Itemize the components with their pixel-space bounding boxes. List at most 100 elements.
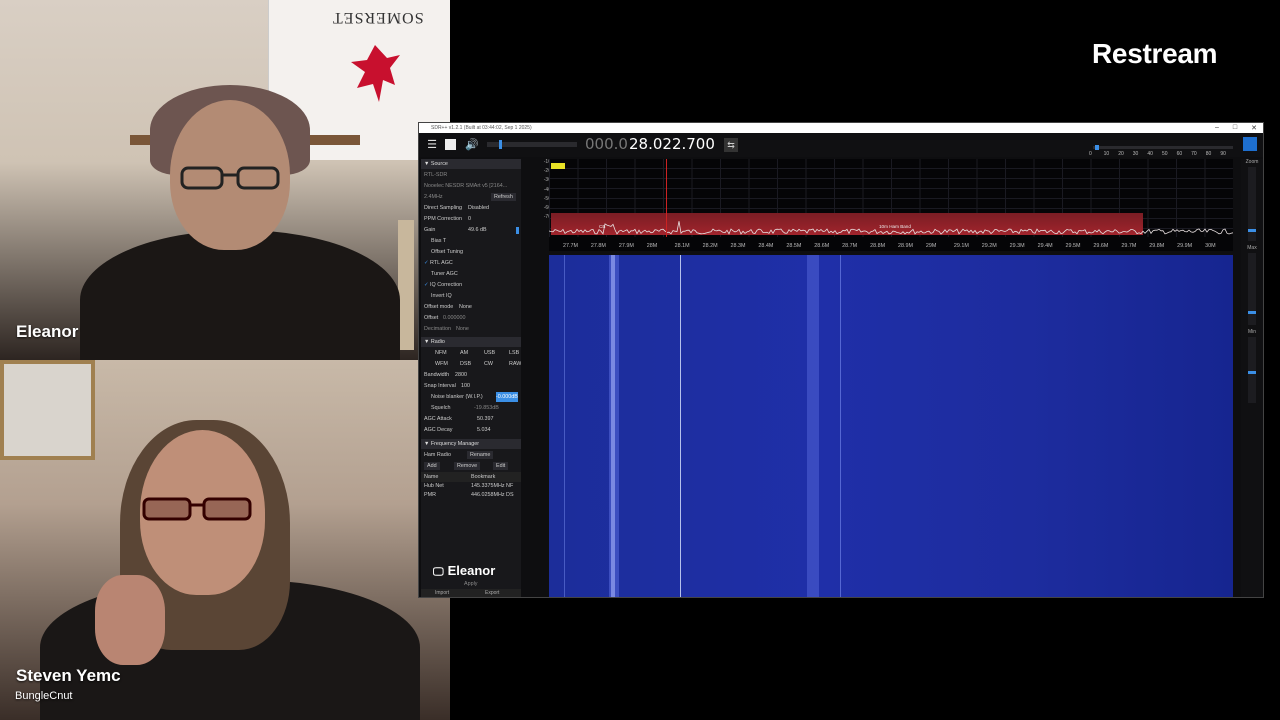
samplerate-select[interactable]: 2.4MHz xyxy=(424,194,443,200)
volume-slider[interactable] xyxy=(487,140,577,149)
tuning-marker[interactable] xyxy=(666,159,667,237)
x-tick-label: 28.6M xyxy=(814,243,830,249)
radio-header[interactable]: Radio xyxy=(421,337,521,347)
mode-nfm[interactable]: NFM xyxy=(435,348,447,358)
x-tick-label: 29.4M xyxy=(1037,243,1053,249)
monitor-icon: 🖵 xyxy=(433,566,444,578)
frequency-display[interactable]: 28.022.700 xyxy=(629,135,715,153)
scale-tick-label: 50 xyxy=(1161,151,1168,157)
offset-input[interactable]: 0.000000 xyxy=(443,313,465,323)
max-knob[interactable] xyxy=(1248,311,1256,314)
x-tick-label: 29.5M xyxy=(1065,243,1081,249)
x-tick-label: 29.8M xyxy=(1149,243,1165,249)
snap-row: Snap Interval 100 xyxy=(421,381,521,391)
agc-decay-label: AGC Decay xyxy=(424,427,453,433)
decimation-select[interactable]: None xyxy=(456,324,469,334)
squelch-slider[interactable]: -19.853dB xyxy=(474,403,499,413)
spectrum-panel[interactable]: CB 10m Ham Band 27.7M 27.8M 27.9M 28M 28.1M 2… xyxy=(549,159,1233,251)
invert-iq-checkbox[interactable]: Invert IQ xyxy=(421,291,521,301)
waterfall-signal xyxy=(609,255,619,597)
min-slider[interactable] xyxy=(1248,337,1256,403)
table-row[interactable]: PMR 446.0258MHz DS xyxy=(421,490,521,500)
device-select[interactable]: Nooelec NESDR SMArt v5 [2164... xyxy=(421,181,521,191)
noise-blanker-slider[interactable]: -0.000dB xyxy=(496,392,518,402)
swap-icon[interactable]: ⇆ xyxy=(724,138,738,152)
agc-decay-slider[interactable]: 5.034 xyxy=(477,425,491,435)
restream-logo: Restream xyxy=(1092,38,1218,69)
x-tick-label: 28.1M xyxy=(674,243,690,249)
frequency-prefix[interactable]: 000.0 xyxy=(585,135,628,153)
bias-t-checkbox[interactable]: Bias T xyxy=(421,236,521,246)
noise-blanker-row: Noise blanker (W.I.P.) -0.000dB xyxy=(421,392,521,402)
min-label: Min xyxy=(1247,329,1257,335)
apply-button[interactable]: Apply xyxy=(461,579,521,589)
rename-button[interactable]: Rename xyxy=(467,451,494,459)
refresh-button[interactable]: Refresh xyxy=(491,193,516,201)
waterfall-panel[interactable] xyxy=(549,255,1233,597)
settings-icon[interactable] xyxy=(1243,137,1257,151)
mode-cw[interactable]: CW xyxy=(484,359,493,369)
gain-row: Gain 49.6 dB xyxy=(421,225,521,235)
waterfall-signal xyxy=(840,255,841,597)
ppm-label: PPM Correction xyxy=(424,216,463,222)
export-button[interactable]: Export xyxy=(485,590,499,596)
participant-name: Eleanor xyxy=(16,322,79,341)
menu-icon[interactable]: ☰ xyxy=(425,138,439,152)
gain-knob[interactable] xyxy=(516,227,519,234)
squelch-checkbox[interactable]: Squelch xyxy=(431,405,450,411)
mode-am[interactable]: AM xyxy=(460,348,468,358)
scale-tick-label: 90 xyxy=(1220,151,1226,157)
fm-list-select[interactable]: Ham Radio xyxy=(424,452,451,458)
maximize-icon[interactable]: □ xyxy=(1233,124,1237,132)
scale-tick-label: 0 xyxy=(1089,151,1092,157)
noise-blanker-checkbox[interactable]: Noise blanker (W.I.P.) xyxy=(431,394,483,400)
ppm-input[interactable]: 0 xyxy=(468,214,471,224)
screen-share-label: 🖵 Eleanor xyxy=(433,563,495,579)
remove-button[interactable]: Remove xyxy=(454,462,481,470)
tuner-agc-checkbox[interactable]: Tuner AGC xyxy=(421,269,521,279)
edit-button[interactable]: Edit xyxy=(493,462,509,470)
volume-icon[interactable]: 🔊 xyxy=(465,138,479,152)
gain-slider[interactable]: 49.6 dB xyxy=(468,225,487,235)
column-name: Name xyxy=(424,474,439,480)
mode-wfm[interactable]: WFM xyxy=(435,359,448,369)
minimize-icon[interactable]: – xyxy=(1215,124,1219,132)
bandwidth-input[interactable]: 2800 xyxy=(455,370,467,380)
decimation-label: Decimation xyxy=(424,326,451,332)
close-icon[interactable]: ✕ xyxy=(1251,124,1257,132)
mode-usb[interactable]: USB xyxy=(484,348,495,358)
webcam-steven: Steven Yemc BungleCnut xyxy=(0,360,450,720)
snap-input[interactable]: 100 xyxy=(461,381,470,391)
x-tick-label: 28.8M xyxy=(870,243,886,249)
direct-sampling-select[interactable]: Disabled xyxy=(468,203,489,213)
snap-label: Snap Interval xyxy=(424,383,456,389)
squelch-row: Squelch -19.853dB xyxy=(421,403,521,413)
zoom-knob[interactable] xyxy=(1248,229,1256,232)
max-slider[interactable] xyxy=(1248,253,1256,325)
offset-label: Offset xyxy=(424,315,439,321)
mode-dsb[interactable]: DSB xyxy=(460,359,471,369)
offset-mode-select[interactable]: None xyxy=(459,302,472,312)
mode-raw[interactable]: RAW xyxy=(509,359,521,369)
scale-tick-label: 20 xyxy=(1118,151,1124,157)
x-tick-label: 29.6M xyxy=(1093,243,1109,249)
bandwidth-label: Bandwidth xyxy=(424,372,450,378)
rtl-agc-checkbox[interactable]: RTL AGC xyxy=(421,258,521,268)
agc-attack-slider[interactable]: 50.397 xyxy=(477,414,494,424)
source-header[interactable]: Source xyxy=(421,159,521,169)
stop-icon[interactable] xyxy=(445,139,456,150)
add-button[interactable]: Add xyxy=(424,462,440,470)
iq-correction-checkbox[interactable]: IQ Correction xyxy=(421,280,521,290)
frequency-manager-header[interactable]: Frequency Manager xyxy=(421,439,521,449)
import-button[interactable]: Import xyxy=(435,590,449,596)
x-tick-label: 28.3M xyxy=(730,243,746,249)
dragon-icon xyxy=(351,45,400,102)
zoom-label: Zoom xyxy=(1245,159,1259,165)
source-select[interactable]: RTL-SDR xyxy=(421,170,521,180)
offset-tuning-checkbox[interactable]: Offset Tuning xyxy=(421,247,521,257)
mode-lsb[interactable]: LSB xyxy=(509,348,519,358)
band-label-10m: 10m Ham Band xyxy=(879,224,911,229)
waterfall-signal xyxy=(807,255,819,597)
import-export-bar: Import Export xyxy=(421,589,521,597)
min-knob[interactable] xyxy=(1248,371,1256,374)
